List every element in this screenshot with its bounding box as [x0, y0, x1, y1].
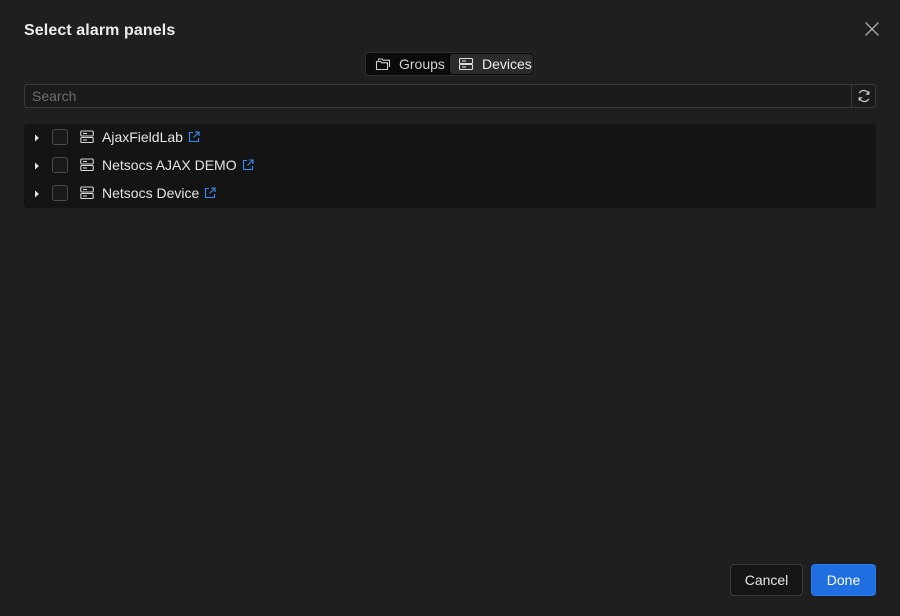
external-link-icon[interactable]	[188, 131, 200, 143]
tab-groups[interactable]: Groups	[367, 54, 450, 74]
tree-item-label: AjaxFieldLab	[102, 129, 200, 145]
tree-item-label: Netsocs AJAX DEMO	[102, 157, 254, 173]
refresh-icon	[858, 89, 869, 103]
search-bar	[24, 84, 876, 108]
tab-groups-label: Groups	[399, 56, 445, 72]
refresh-button[interactable]	[852, 84, 876, 108]
external-link-icon[interactable]	[204, 187, 216, 199]
server-icon	[458, 57, 474, 71]
server-icon	[80, 186, 94, 200]
tab-devices[interactable]: Devices	[450, 54, 533, 74]
tree-item-name: Netsocs AJAX DEMO	[102, 157, 237, 173]
search-input[interactable]	[24, 84, 852, 108]
cancel-button[interactable]: Cancel	[730, 564, 803, 596]
server-icon	[80, 158, 94, 172]
expand-caret-icon[interactable]	[33, 134, 41, 142]
tree-item-name: AjaxFieldLab	[102, 129, 183, 145]
device-tree: AjaxFieldLab Netsocs AJAX DEMO Netsocs D…	[24, 124, 876, 208]
tree-item-label: Netsocs Device	[102, 185, 216, 201]
external-link-icon[interactable]	[242, 159, 254, 171]
server-icon	[80, 130, 94, 144]
row-checkbox[interactable]	[52, 129, 68, 145]
tab-devices-label: Devices	[482, 56, 532, 72]
tree-row: Netsocs AJAX DEMO	[24, 152, 876, 180]
tree-item-name: Netsocs Device	[102, 185, 200, 201]
view-toggle: Groups Devices	[365, 52, 535, 76]
tree-row: AjaxFieldLab	[24, 124, 876, 152]
select-alarm-panels-dialog: Select alarm panels Groups Devices Searc…	[0, 0, 900, 616]
close-button[interactable]	[862, 19, 882, 39]
row-checkbox[interactable]	[52, 185, 68, 201]
tree-row: Netsocs Device	[24, 180, 876, 208]
close-icon	[865, 22, 879, 36]
expand-caret-icon[interactable]	[33, 190, 41, 198]
done-button[interactable]: Done	[811, 564, 876, 596]
expand-caret-icon[interactable]	[33, 162, 41, 170]
folders-icon	[375, 57, 391, 71]
row-checkbox[interactable]	[52, 157, 68, 173]
dialog-title: Select alarm panels	[24, 22, 176, 39]
